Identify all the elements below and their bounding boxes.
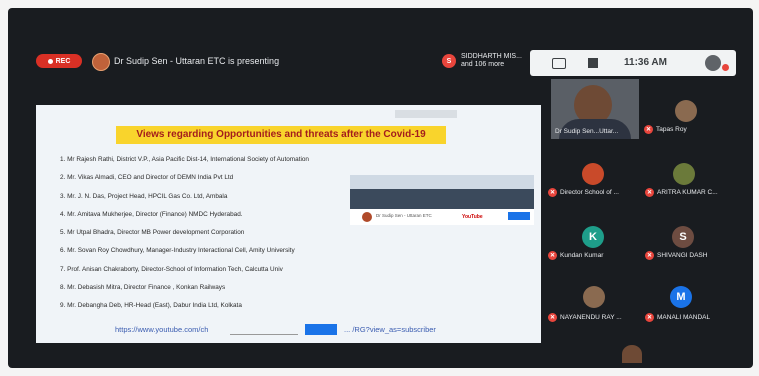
mic-off-icon: ✕	[548, 313, 557, 322]
presenter-tile-label: Dr Sudip Sen...Uttar...	[555, 128, 618, 135]
list-item: 7. Prof. Anisan Chakraborty, Director-Sc…	[60, 265, 283, 273]
participant-name: SHIVANGI DASH	[657, 252, 708, 259]
participant-name: Kundan Kumar	[560, 252, 604, 259]
participant-avatar[interactable]	[583, 286, 605, 308]
recording-label: REC	[55, 57, 71, 65]
participant-avatar[interactable]: S	[672, 226, 694, 248]
speaker-list: 1. Mr Rajesh Rathi, District V.P., Asia …	[60, 155, 309, 320]
recording-badge: REC	[36, 54, 82, 68]
participant-avatar[interactable]: M	[670, 286, 692, 308]
list-item: 3. Mr. J. N. Das, Project Head, HPCIL Ga…	[60, 192, 228, 200]
viewer-avatar[interactable]: S	[442, 54, 456, 68]
video-thumbnail[interactable]	[350, 175, 534, 209]
participant-name: NAYANENDU RAY ...	[560, 314, 622, 321]
participant-avatar[interactable]	[675, 100, 697, 122]
mic-off-icon: ✕	[645, 251, 654, 260]
participant-label: ✕ NAYANENDU RAY ...	[548, 313, 622, 322]
self-name: Dr Sudip Sen...Uttar...	[555, 128, 619, 135]
participant-name: ARITRA KUMAR C...	[657, 189, 718, 196]
participant-video-partial[interactable]	[622, 345, 642, 363]
tablet-icon[interactable]	[588, 58, 598, 68]
participant-label: ✕ SHIVANGI DASH	[645, 251, 707, 260]
mic-off-icon: ✕	[645, 313, 654, 322]
channel-avatar	[362, 212, 372, 222]
participant-name: Director School of ...	[560, 189, 619, 196]
list-item: 9. Mr. Debangha Deb, HR-Head (East), Dab…	[60, 302, 242, 310]
system-status-bar: 11:36 AM	[530, 50, 736, 76]
clock: 11:36 AM	[624, 57, 667, 68]
youtube-logo-icon: YouTube	[462, 214, 483, 220]
channel-name: Dr Sudip Sen - Uttaran ETC	[376, 213, 432, 218]
list-item: 2. Mr. Vikas Almadi, CEO and Director of…	[60, 174, 234, 182]
participant-avatar[interactable]	[673, 163, 695, 185]
list-item: 4. Mr. Amitava Mukherjee, Director (Fina…	[60, 210, 243, 218]
thumbnail-channel-bar: Dr Sudip Sen - Uttaran ETC YouTube	[350, 209, 534, 225]
thumbnail-backdrop	[350, 175, 534, 189]
presenter-avatar	[92, 53, 110, 71]
mic-off-icon: ✕	[548, 188, 557, 197]
youtube-link[interactable]: https://www.youtube.com/ch	[115, 325, 208, 334]
account-avatar[interactable]	[705, 55, 721, 71]
participant-name: Tapas Roy	[656, 126, 687, 133]
screen-icon[interactable]	[552, 58, 566, 69]
mic-off-icon: ✕	[645, 188, 654, 197]
record-dot-icon	[47, 58, 53, 64]
participant-label: ✕ ARITRA KUMAR C...	[645, 188, 718, 197]
participant-name: MANALI MANDAL	[657, 314, 711, 321]
subscribe-button[interactable]	[508, 212, 530, 220]
notification-dot-icon	[722, 64, 729, 71]
thumbnail-audience	[350, 189, 534, 209]
participant-avatar[interactable]: K	[582, 226, 604, 248]
list-item: 8. Mr. Debasish Mitra, Director Finance …	[60, 284, 226, 292]
viewer-count[interactable]: SIDDHARTH MIS... and 106 more	[461, 53, 531, 69]
mic-off-icon: ✕	[644, 125, 653, 134]
slide-headline: Views regarding Opportunities and threat…	[116, 126, 446, 144]
list-item: 6. Mr. Sovan Roy Chowdhury, Manager-Indu…	[60, 247, 295, 255]
youtube-link-suffix[interactable]: ... /RG?view_as=subscriber	[344, 325, 436, 334]
slide-tag	[395, 110, 457, 118]
presenting-status: Dr Sudip Sen - Uttaran ETC is presenting	[114, 56, 280, 66]
link-button[interactable]	[305, 324, 337, 335]
participant-avatar[interactable]	[582, 163, 604, 185]
list-item: 1. Mr Rajesh Rathi, District V.P., Asia …	[60, 156, 309, 163]
participant-label: ✕ MANALI MANDAL	[645, 313, 710, 322]
participant-label: ✕ Kundan Kumar	[548, 251, 603, 260]
participant-label: ✕ Director School of ...	[548, 188, 619, 197]
mic-off-icon: ✕	[548, 251, 557, 260]
participant-label: ✕ Tapas Roy	[644, 125, 687, 134]
link-field	[230, 326, 298, 335]
list-item: 5. Mr Utpal Bhadra, Director MB Power de…	[60, 229, 245, 237]
